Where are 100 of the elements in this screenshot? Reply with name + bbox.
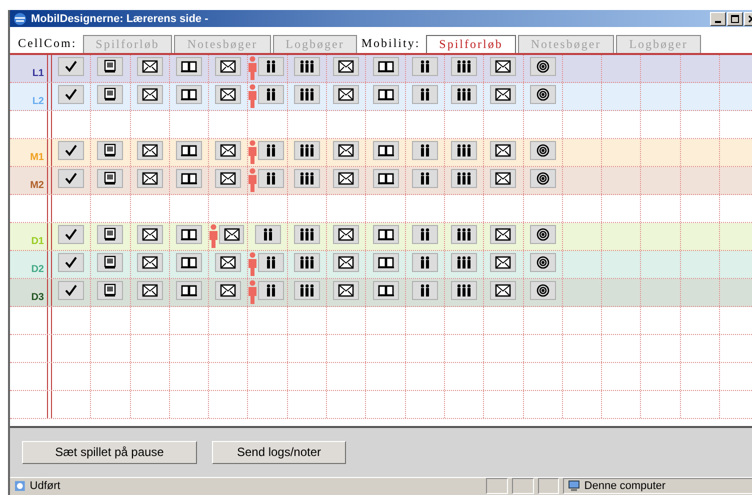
envelope-icon[interactable] — [333, 57, 360, 76]
tv-icon[interactable] — [97, 141, 124, 160]
tv-icon[interactable] — [97, 57, 124, 76]
two-people-icon[interactable] — [258, 169, 284, 188]
tab[interactable]: Logbøger — [616, 34, 701, 53]
tab[interactable]: Notesbøger — [174, 34, 271, 53]
envelope-icon[interactable] — [333, 225, 360, 244]
book-icon[interactable] — [372, 57, 399, 76]
envelope-icon[interactable] — [136, 85, 163, 104]
envelope-icon[interactable] — [333, 253, 360, 272]
two-people-icon[interactable] — [258, 57, 284, 76]
two-people-icon[interactable] — [412, 253, 438, 272]
envelope-icon[interactable] — [490, 225, 516, 244]
envelope-icon[interactable] — [490, 281, 516, 300]
three-people-icon[interactable] — [451, 141, 478, 160]
three-people-icon[interactable] — [451, 169, 478, 188]
two-people-icon[interactable] — [412, 225, 438, 244]
player-marker-icon[interactable] — [248, 140, 258, 164]
three-people-icon[interactable] — [294, 281, 320, 300]
target-icon[interactable] — [530, 85, 556, 104]
two-people-icon[interactable] — [258, 85, 284, 104]
target-icon[interactable] — [530, 169, 556, 188]
three-people-icon[interactable] — [451, 281, 478, 300]
envelope-icon[interactable] — [136, 141, 163, 160]
envelope-icon[interactable] — [136, 253, 163, 272]
target-icon[interactable] — [530, 281, 556, 300]
envelope-icon[interactable] — [136, 57, 163, 76]
tv-icon[interactable] — [97, 169, 124, 188]
envelope-icon[interactable] — [136, 281, 163, 300]
check-icon[interactable] — [58, 169, 84, 188]
target-icon[interactable] — [530, 141, 556, 160]
book-icon[interactable] — [372, 141, 399, 160]
envelope-icon[interactable] — [333, 85, 360, 104]
player-marker-icon[interactable] — [248, 56, 258, 80]
player-marker-icon[interactable] — [209, 224, 218, 248]
tab[interactable]: Spilforløb — [82, 34, 172, 53]
player-marker-icon[interactable] — [248, 84, 258, 108]
envelope-icon[interactable] — [215, 141, 242, 160]
book-icon[interactable] — [372, 85, 399, 104]
tv-icon[interactable] — [97, 85, 124, 104]
check-icon[interactable] — [58, 225, 84, 244]
book-icon[interactable] — [176, 141, 202, 160]
two-people-icon[interactable] — [412, 57, 438, 76]
target-icon[interactable] — [530, 57, 556, 76]
two-people-icon[interactable] — [258, 253, 284, 272]
check-icon[interactable] — [58, 253, 84, 272]
three-people-icon[interactable] — [294, 141, 320, 160]
envelope-icon[interactable] — [219, 225, 244, 244]
three-people-icon[interactable] — [451, 253, 478, 272]
book-icon[interactable] — [372, 169, 399, 188]
three-people-icon[interactable] — [294, 225, 320, 244]
envelope-icon[interactable] — [490, 253, 516, 272]
envelope-icon[interactable] — [136, 225, 163, 244]
player-marker-icon[interactable] — [248, 280, 258, 304]
envelope-icon[interactable] — [333, 169, 360, 188]
envelope-icon[interactable] — [333, 141, 360, 160]
tv-icon[interactable] — [97, 253, 124, 272]
two-people-icon[interactable] — [258, 281, 284, 300]
book-icon[interactable] — [176, 85, 202, 104]
envelope-icon[interactable] — [333, 281, 360, 300]
envelope-icon[interactable] — [490, 169, 516, 188]
two-people-icon[interactable] — [258, 141, 284, 160]
check-icon[interactable] — [58, 281, 84, 300]
three-people-icon[interactable] — [451, 57, 478, 76]
action-button[interactable]: Send logs/noter — [212, 440, 346, 464]
book-icon[interactable] — [372, 253, 399, 272]
envelope-icon[interactable] — [215, 281, 242, 300]
envelope-icon[interactable] — [490, 57, 516, 76]
three-people-icon[interactable] — [294, 169, 320, 188]
three-people-icon[interactable] — [294, 57, 320, 76]
player-marker-icon[interactable] — [248, 252, 258, 276]
book-icon[interactable] — [176, 253, 202, 272]
two-people-icon[interactable] — [412, 281, 438, 300]
player-marker-icon[interactable] — [248, 168, 258, 192]
envelope-icon[interactable] — [215, 57, 242, 76]
two-people-icon[interactable] — [412, 169, 438, 188]
check-icon[interactable] — [58, 57, 84, 76]
book-icon[interactable] — [176, 169, 202, 188]
two-people-icon[interactable] — [412, 141, 438, 160]
three-people-icon[interactable] — [451, 85, 478, 104]
action-button[interactable]: Sæt spillet på pause — [22, 440, 197, 464]
two-people-icon[interactable] — [412, 85, 438, 104]
envelope-icon[interactable] — [215, 169, 242, 188]
check-icon[interactable] — [58, 85, 84, 104]
maximize-button[interactable] — [727, 12, 743, 26]
tv-icon[interactable] — [97, 225, 124, 244]
envelope-icon[interactable] — [490, 85, 516, 104]
book-icon[interactable] — [176, 281, 202, 300]
three-people-icon[interactable] — [451, 225, 478, 244]
book-icon[interactable] — [372, 281, 399, 300]
two-people-icon[interactable] — [254, 225, 281, 244]
book-icon[interactable] — [176, 57, 202, 76]
tab[interactable]: Spilforløb — [426, 34, 516, 53]
envelope-icon[interactable] — [490, 141, 516, 160]
envelope-icon[interactable] — [215, 85, 242, 104]
target-icon[interactable] — [530, 253, 556, 272]
tab[interactable]: Notesbøger — [518, 34, 614, 53]
three-people-icon[interactable] — [294, 253, 320, 272]
minimize-button[interactable] — [710, 12, 726, 26]
tv-icon[interactable] — [97, 281, 124, 300]
